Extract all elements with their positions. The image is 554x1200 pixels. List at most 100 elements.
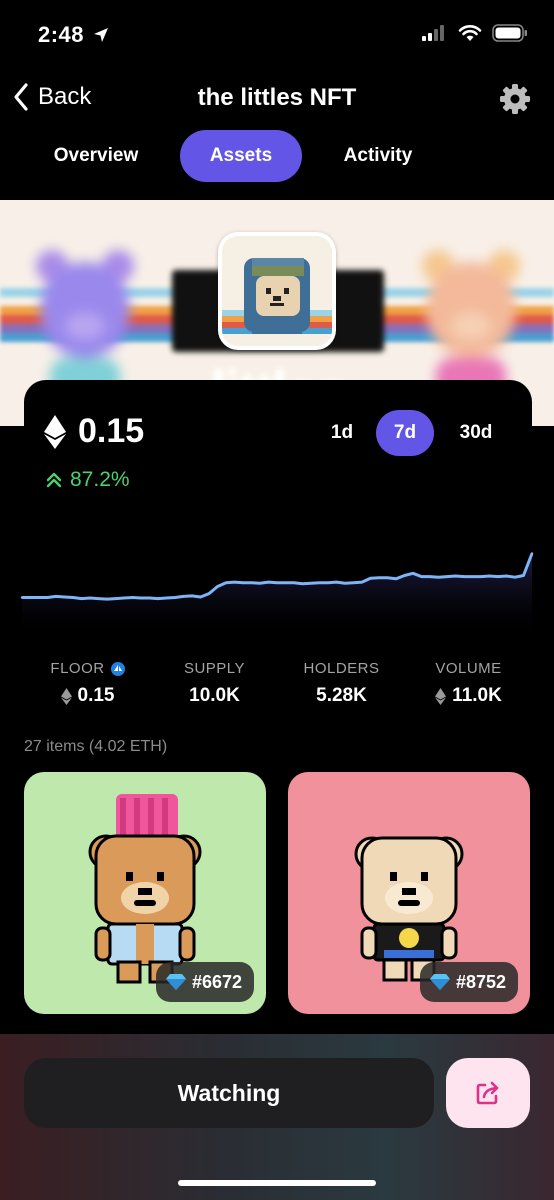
chart-point — [63, 595, 66, 599]
chart-point — [352, 581, 355, 584]
chart-point — [394, 577, 398, 580]
opensea-badge-icon — [110, 661, 125, 676]
chart-point — [309, 582, 313, 585]
chart-area — [22, 553, 532, 640]
stat-holders-value: 5.28K — [316, 685, 367, 706]
nft-card[interactable]: #6672 — [24, 772, 266, 1014]
collection-stats: FLOOR 0.15 SUPPLY 10.0K HOLDERS 5.28K VO… — [24, 660, 532, 707]
collection-avatar — [218, 232, 336, 350]
stat-floor-label: FLOOR — [50, 660, 105, 677]
chart-point — [377, 576, 381, 579]
chart-point — [173, 596, 177, 599]
stat-volume-value: 11.0K — [452, 685, 502, 706]
stat-holders-label: HOLDERS — [303, 660, 380, 677]
chart-point — [292, 581, 296, 584]
items-count: 27 items (4.02 ETH) — [24, 738, 168, 755]
stat-floor-value: 0.15 — [77, 685, 115, 706]
chart-point — [46, 596, 49, 599]
chart-point — [224, 581, 228, 584]
price-display: 0.15 — [44, 412, 144, 451]
stat-holders: HOLDERS 5.28K — [278, 660, 405, 707]
chart-point — [156, 597, 160, 600]
chart-point — [513, 576, 517, 579]
range-30d-button[interactable]: 30d — [448, 410, 504, 456]
chart-point — [275, 581, 279, 584]
chart-point — [122, 596, 126, 600]
chart-point — [437, 576, 440, 579]
range-1d-button[interactable]: 1d — [320, 410, 364, 456]
page-title: the littles NFT — [197, 84, 357, 111]
nft-id-badge: #8752 — [419, 962, 518, 1002]
gear-icon[interactable] — [498, 82, 532, 116]
chart-point — [114, 597, 117, 600]
diamond-icon — [165, 974, 186, 990]
nft-id: #8752 — [455, 971, 506, 992]
share-icon — [476, 1081, 499, 1105]
chart-point — [411, 572, 415, 575]
tab-overview[interactable]: Overview — [30, 130, 162, 182]
chart-point — [71, 596, 75, 599]
ethereum-icon — [44, 414, 66, 449]
chart-point — [326, 581, 330, 584]
chart-point — [386, 576, 389, 579]
status-time: 2:48 — [38, 22, 85, 47]
chart-point — [207, 592, 211, 595]
chart-point — [488, 574, 491, 578]
nft-card[interactable]: #8752 — [288, 772, 530, 1014]
tab-activity[interactable]: Activity — [320, 130, 436, 182]
price-chart — [20, 552, 534, 640]
share-button[interactable] — [446, 1058, 530, 1128]
floor-price: 0.15 — [78, 412, 145, 450]
wifi-icon — [458, 25, 482, 41]
chart-point — [479, 575, 483, 578]
chart-point — [131, 596, 134, 599]
chart-point — [267, 580, 270, 584]
stat-supply-label: SUPPLY — [183, 660, 246, 677]
range-7d-button[interactable]: 7d — [376, 410, 434, 456]
nft-id: #6672 — [191, 971, 242, 992]
chart-point — [343, 582, 347, 585]
cellular-signal-icon — [422, 25, 444, 41]
tab-assets[interactable]: Assets — [180, 130, 302, 182]
tab-bar: Overview Assets Activity — [0, 130, 554, 182]
chart-point — [496, 575, 500, 578]
chart-point — [97, 597, 100, 600]
stat-volume: VOLUME 11.0K — [405, 660, 532, 707]
chart-point — [233, 580, 236, 584]
chart-point — [462, 575, 466, 578]
chart-point — [199, 595, 202, 599]
chart-point — [471, 575, 474, 578]
price-change: 87.2% — [46, 468, 130, 492]
chart-point — [530, 552, 534, 555]
chart-point — [369, 577, 372, 580]
chart-point — [80, 597, 83, 600]
stat-supply: SUPPLY 10.0K — [151, 660, 278, 707]
chart-point — [20, 596, 24, 599]
location-arrow-icon — [94, 28, 108, 42]
chart-point — [360, 580, 364, 584]
chart-point — [505, 574, 508, 578]
chart-point — [241, 581, 245, 584]
chart-point — [420, 575, 423, 578]
chart-point — [182, 595, 185, 598]
status-bar: 2:48 — [0, 0, 554, 70]
chart-point — [428, 575, 432, 578]
nav-bar: Back the littles NFT — [0, 78, 554, 122]
battery-icon — [492, 24, 527, 42]
collection-avatar-image — [222, 236, 332, 346]
chart-point — [445, 575, 449, 578]
chart-point — [165, 596, 168, 600]
chart-point — [37, 596, 41, 599]
chart-point — [88, 596, 92, 600]
chart-point — [301, 582, 304, 585]
chart-point — [258, 582, 262, 585]
nft-id-badge: #6672 — [155, 962, 254, 1002]
chart-point — [403, 574, 406, 577]
watching-button[interactable]: Watching — [24, 1058, 434, 1128]
double-chevron-up-icon — [46, 472, 62, 488]
chart-point — [522, 574, 525, 577]
chart-point — [139, 596, 143, 600]
chart-point — [29, 596, 32, 599]
chart-point — [54, 595, 58, 598]
stat-floor: FLOOR 0.15 — [24, 660, 151, 707]
